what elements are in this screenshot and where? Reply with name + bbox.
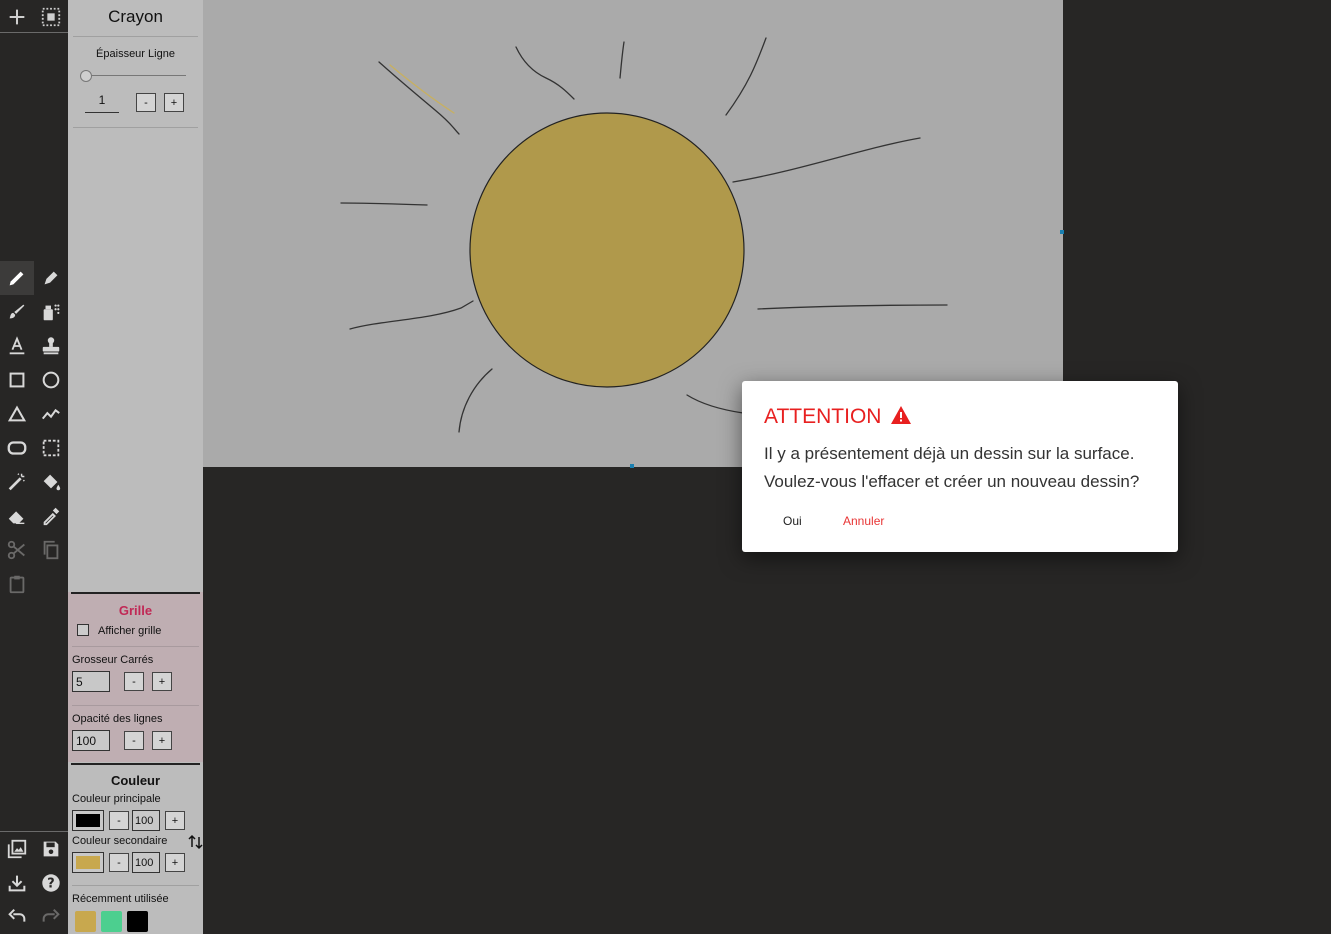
recent-color-swatch[interactable] — [75, 911, 96, 932]
primary-plus-button[interactable]: + — [165, 811, 185, 830]
grid-opacity-minus-button[interactable]: - — [124, 731, 144, 750]
panel-divider — [72, 705, 199, 706]
brush-icon[interactable] — [0, 295, 34, 329]
panel-divider — [73, 127, 198, 128]
thickness-minus-button[interactable]: - — [136, 93, 156, 112]
download-icon[interactable] — [0, 866, 34, 900]
confirm-dialog: ATTENTION Il y a présentement déjà un de… — [742, 381, 1178, 552]
tool-sidebar: ? — [0, 0, 68, 934]
resize-handle[interactable] — [630, 464, 634, 468]
show-grid-checkbox[interactable] — [77, 624, 89, 636]
sun-ray-stroke — [757, 304, 948, 310]
sun-ray-stroke — [686, 394, 744, 414]
primary-color-swatch[interactable] — [72, 810, 104, 831]
sun-ray-stroke — [515, 46, 575, 100]
section-divider — [71, 592, 200, 594]
triangle-icon[interactable] — [0, 397, 34, 431]
cancel-button[interactable]: Annuler — [843, 514, 884, 528]
grid-section: Grille Afficher grille Grosseur Carrés 5… — [68, 592, 203, 762]
scissors-icon[interactable] — [0, 533, 34, 567]
copy-icon[interactable] — [34, 533, 68, 567]
add-icon[interactable] — [0, 0, 34, 34]
secondary-color-label: Couleur secondaire — [72, 835, 168, 847]
save-icon[interactable] — [34, 832, 68, 866]
thickness-slider-track[interactable] — [85, 75, 186, 76]
color-title: Couleur — [110, 773, 161, 788]
circle-icon[interactable] — [34, 363, 68, 397]
grid-opacity-plus-button[interactable]: + — [152, 731, 172, 750]
pen-icon[interactable] — [34, 261, 68, 295]
grid-size-label: Grosseur Carrés — [72, 654, 154, 666]
svg-text:?: ? — [47, 877, 54, 892]
sun-ray-stroke — [725, 37, 767, 116]
secondary-minus-button[interactable]: - — [109, 853, 129, 872]
panel-divider — [72, 646, 199, 647]
sun-ray-stroke — [340, 202, 428, 206]
magic-wand-icon[interactable] — [0, 465, 34, 499]
dialog-message-line1: Il y a présentement déjà un dessin sur l… — [764, 444, 1135, 463]
text-icon[interactable] — [0, 329, 34, 363]
spray-icon[interactable] — [34, 295, 68, 329]
rectangle-icon[interactable] — [0, 363, 34, 397]
fill-bucket-icon[interactable] — [34, 465, 68, 499]
polyline-icon[interactable] — [34, 397, 68, 431]
thickness-input[interactable]: 1 — [85, 93, 119, 113]
sun-ray-stroke — [378, 61, 460, 135]
primary-color-label: Couleur principale — [72, 793, 161, 805]
redo-icon[interactable] — [34, 900, 68, 934]
eyedropper-icon[interactable] — [34, 499, 68, 533]
pencil-icon[interactable] — [0, 261, 34, 295]
grid-size-minus-button[interactable]: - — [124, 672, 144, 691]
secondary-opacity-input[interactable]: 100 — [132, 852, 160, 873]
sun-ray-stroke — [732, 137, 921, 183]
stamp-icon[interactable] — [34, 329, 68, 363]
thickness-slider-handle[interactable] — [80, 70, 92, 82]
eraser-icon[interactable] — [0, 499, 34, 533]
section-divider — [71, 763, 200, 765]
primary-minus-button[interactable]: - — [109, 811, 129, 830]
select-all-icon[interactable] — [34, 0, 68, 34]
sun-ray-stroke — [619, 41, 625, 79]
thickness-label: Épaisseur Ligne — [96, 48, 175, 60]
dialog-title: ATTENTION — [764, 405, 912, 431]
grid-size-plus-button[interactable]: + — [152, 672, 172, 691]
grid-title: Grille — [118, 603, 153, 618]
selection-icon[interactable] — [34, 431, 68, 465]
panel-divider — [73, 36, 198, 37]
grid-size-input[interactable]: 5 — [72, 671, 110, 692]
grid-opacity-label: Opacité des lignes — [72, 713, 163, 725]
panel-divider — [72, 885, 199, 886]
grid-opacity-input[interactable]: 100 — [72, 730, 110, 751]
primary-opacity-input[interactable]: 100 — [132, 810, 160, 831]
secondary-plus-button[interactable]: + — [165, 853, 185, 872]
sun-ray-stroke — [389, 64, 455, 114]
show-grid-label: Afficher grille — [98, 625, 162, 637]
tool-options-panel: Crayon Épaisseur Ligne 1 - + Grille Affi… — [68, 0, 203, 934]
recent-color-swatch[interactable] — [101, 911, 122, 932]
secondary-color-swatch[interactable] — [72, 852, 104, 873]
resize-handle[interactable] — [1060, 230, 1064, 234]
sun-circle — [469, 112, 745, 388]
dialog-message-line2: Voulez-vous l'effacer et créer un nouvea… — [764, 472, 1140, 491]
paste-icon[interactable] — [0, 567, 34, 601]
rounded-rect-icon[interactable] — [0, 431, 34, 465]
sun-ray-stroke — [349, 300, 474, 330]
gallery-icon[interactable] — [0, 832, 34, 866]
dialog-title-text: ATTENTION — [764, 405, 882, 428]
swap-colors-icon[interactable] — [188, 833, 204, 851]
sun-ray-stroke — [458, 368, 493, 433]
toolbar-divider — [0, 32, 68, 33]
warning-icon — [890, 405, 912, 431]
recent-colors-label: Récemment utilisée — [72, 893, 169, 905]
yes-button[interactable]: Oui — [783, 514, 802, 528]
undo-icon[interactable] — [0, 900, 34, 934]
tool-title: Crayon — [108, 7, 163, 26]
recent-color-swatch[interactable] — [127, 911, 148, 932]
help-icon[interactable]: ? — [34, 866, 68, 900]
thickness-plus-button[interactable]: + — [164, 93, 184, 112]
